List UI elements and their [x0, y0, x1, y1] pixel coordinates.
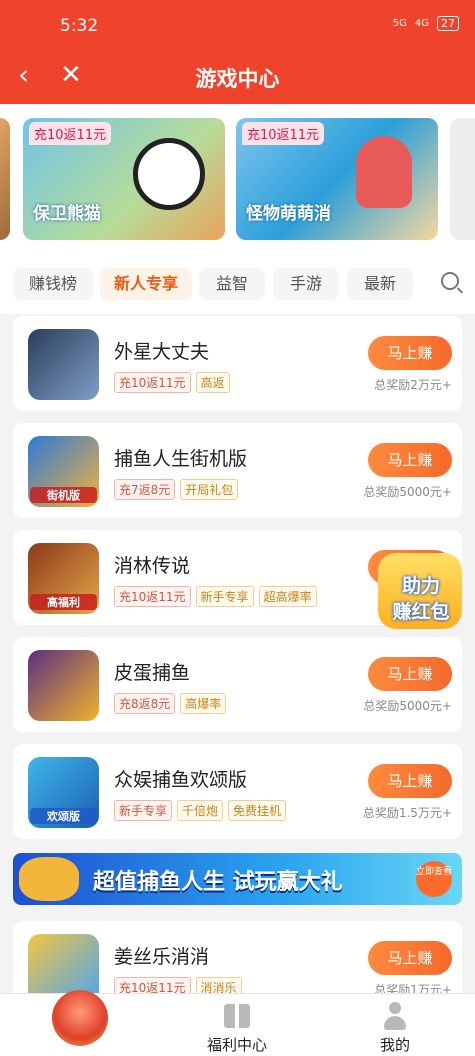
bottom-nav-home[interactable] [0, 990, 158, 1056]
search-icon[interactable] [441, 272, 459, 290]
game-tags: 充8返8元 高爆率 [114, 693, 227, 714]
game-tags: 新手专享 千倍炮 免费挂机 [114, 800, 287, 821]
banner-guaiwu-mengmengxiao[interactable]: 充10返11元 怪物萌萌消 [236, 118, 438, 240]
game-card[interactable]: 外星大丈夫 充10返11元 高返 马上赚 总奖励2万元+ [13, 316, 462, 411]
bottom-nav-label: 我的 [379, 1036, 410, 1054]
earn-now-button[interactable]: 马上赚 [368, 764, 452, 798]
game-tag: 高返 [195, 372, 230, 393]
banner-carousel[interactable]: 充10返11元 保卫熊猫 充10返11元 怪物萌萌消 [0, 104, 475, 254]
game-tag: 充7返8元 [114, 479, 176, 500]
game-card[interactable]: 欢颂版 众娱捕鱼欢颂版 新手专享 千倍炮 免费挂机 马上赚 总奖励1.5万元+ [13, 744, 462, 839]
signal-icon-2: 4G [414, 18, 429, 29]
game-icon-badge: 欢颂版 [30, 808, 97, 824]
banner-title: 怪物萌萌消 [246, 204, 331, 224]
bottom-nav: 福利中心 我的 [0, 990, 475, 1056]
game-tag: 充8返8元 [114, 693, 176, 714]
banner-partial-left[interactable] [0, 118, 10, 240]
game-tag: 超高爆率 [258, 586, 317, 607]
game-name: 众娱捕鱼欢颂版 [114, 769, 248, 791]
game-tag: 新手专享 [114, 800, 173, 821]
battery-icon: 27 [437, 16, 459, 31]
signal-icon: 5G [392, 18, 407, 29]
game-icon-badge: 高福利 [30, 594, 97, 610]
game-tag: 新手专享 [195, 586, 254, 607]
tab-zhuanqianbang[interactable]: 赚钱榜 [13, 268, 93, 300]
game-name: 捕鱼人生街机版 [114, 448, 248, 470]
game-name: 外星大丈夫 [114, 341, 210, 363]
earn-now-button[interactable]: 马上赚 [368, 443, 452, 477]
reward-text: 总奖励2万元+ [374, 378, 452, 392]
mascot-icon [52, 990, 108, 1046]
game-icon: 高福利 [28, 543, 99, 614]
person-icon [384, 1002, 406, 1030]
bottom-nav-welfare[interactable]: 福利中心 [158, 994, 316, 1056]
game-name: 皮蛋捕鱼 [114, 662, 191, 684]
promo-view-button[interactable]: 立即查看 [416, 861, 452, 897]
gift-icon [224, 1004, 250, 1028]
help-earn-red-packet-badge[interactable]: 助力 赚红包 [370, 545, 470, 633]
page-title: 游戏中心 [195, 67, 280, 91]
game-tag: 充10返11元 [114, 586, 191, 607]
game-tags: 充10返11元 新手专享 超高爆率 [114, 586, 317, 607]
game-icon: 街机版 [28, 436, 99, 507]
promo-banner[interactable]: 超值捕鱼人生 试玩赢大礼 立即查看 [13, 853, 462, 905]
float-badge-line2: 赚红包 [392, 601, 450, 623]
panda-illustration [133, 138, 205, 210]
bottom-nav-label: 福利中心 [206, 1036, 267, 1054]
banner-tag: 充10返11元 [242, 122, 325, 145]
game-tags: 充10返11元 高返 [114, 372, 230, 393]
game-tag: 千倍炮 [177, 800, 224, 821]
reward-text: 总奖励5000元+ [363, 699, 452, 713]
game-name: 姜丝乐消消 [114, 946, 210, 968]
game-icon [28, 329, 99, 400]
status-bar: 5:32 5G 4G 27 [0, 0, 475, 50]
game-icon-badge: 街机版 [30, 487, 97, 503]
game-card[interactable]: 街机版 捕鱼人生街机版 充7返8元 开局礼包 马上赚 总奖励5000元+ [13, 423, 462, 518]
game-icon [28, 650, 99, 721]
nav-bar: ‹ ✕ 游戏中心 [0, 50, 475, 104]
reward-text: 总奖励5000元+ [363, 485, 452, 499]
tab-xinren-zhuanxiang[interactable]: 新人专享 [100, 268, 192, 300]
float-badge-line1: 助力 [401, 575, 440, 597]
game-tag: 充10返11元 [114, 372, 191, 393]
tab-yizhi[interactable]: 益智 [199, 268, 265, 300]
game-tags: 充7返8元 开局礼包 [114, 479, 239, 500]
earn-now-button[interactable]: 马上赚 [368, 941, 452, 975]
banner-tag: 充10返11元 [29, 122, 112, 145]
game-icon: 欢颂版 [28, 757, 99, 828]
game-card[interactable]: 皮蛋捕鱼 充8返8元 高爆率 马上赚 总奖励5000元+ [13, 637, 462, 732]
bottom-nav-mine[interactable]: 我的 [316, 994, 474, 1056]
banner-partial-right[interactable] [450, 118, 475, 240]
earn-now-button[interactable]: 马上赚 [368, 657, 452, 691]
system-icons: 5G 4G 27 [393, 16, 459, 31]
promo-text: 超值捕鱼人生 试玩赢大礼 [93, 870, 343, 895]
tab-shouyou[interactable]: 手游 [273, 268, 339, 300]
mermaid-illustration [356, 136, 412, 208]
status-time: 5:32 [60, 16, 99, 36]
game-name: 消林传说 [114, 555, 191, 577]
banner-title: 保卫熊猫 [33, 204, 101, 224]
game-tag: 免费挂机 [228, 800, 287, 821]
banner-baowei-xiongmao[interactable]: 充10返11元 保卫熊猫 [23, 118, 225, 240]
reward-text: 总奖励1.5万元+ [362, 806, 452, 820]
category-tabs: 赚钱榜 新人专享 益智 手游 最新 [0, 254, 475, 314]
game-tag: 高爆率 [180, 693, 227, 714]
earn-now-button[interactable]: 马上赚 [368, 336, 452, 370]
game-tag: 开局礼包 [180, 479, 239, 500]
tab-zuixin[interactable]: 最新 [347, 268, 413, 300]
fish-mascot-icon [19, 857, 79, 901]
